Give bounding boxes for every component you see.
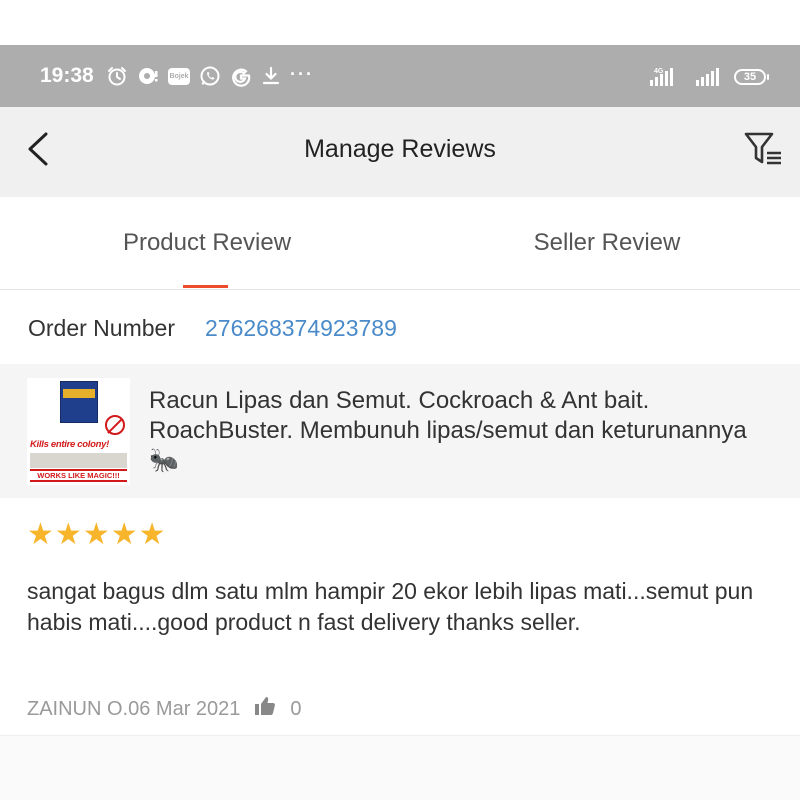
app-header: Manage Reviews <box>0 107 800 197</box>
star-icon: ★ <box>138 518 166 551</box>
whatsapp-icon <box>199 65 221 87</box>
more-notifications-icon: ··· <box>290 63 314 84</box>
review-card: ★ ★ ★ ★ ★ sangat bagus dlm satu mlm hamp… <box>0 499 800 735</box>
thumbnail-magic-text: WORKS LIKE MAGIC!!! <box>30 469 127 482</box>
filter-button[interactable] <box>742 129 786 173</box>
product-thumbnail[interactable]: Kills entire colony! WORKS LIKE MAGIC!!! <box>27 378 130 485</box>
tab-seller-review[interactable]: Seller Review <box>407 197 800 289</box>
thumbnail-kills-text: Kills entire colony! <box>30 439 109 450</box>
network-type-label: 4G <box>654 68 664 75</box>
review-meta: ZAINUN O.06 Mar 2021 0 <box>27 696 302 722</box>
order-number-row: Order Number 276268374923789 <box>0 291 800 364</box>
star-icon: ★ <box>54 518 82 551</box>
star-icon: ★ <box>27 518 54 551</box>
star-icon: ★ <box>110 518 138 551</box>
status-bar: 19:38 Bojek ··· 4G 35 <box>0 45 800 107</box>
status-icons-right: 4G 35 <box>650 65 769 89</box>
thumbs-up-icon <box>254 696 276 722</box>
review-tabs: Product Review Seller Review <box>0 197 800 290</box>
product-name-text: Racun Lipas dan Semut. Cockroach & Ant b… <box>149 387 747 444</box>
product-row[interactable]: Kills entire colony! WORKS LIKE MAGIC!!!… <box>0 364 800 498</box>
no-cockroach-icon <box>105 415 125 435</box>
active-tab-indicator <box>183 285 228 288</box>
like-count: 0 <box>290 697 302 720</box>
app-badge-icon: Bojek <box>168 67 190 85</box>
product-box-image <box>60 381 98 423</box>
review-author-date: ZAINUN O.06 Mar 2021 <box>27 697 241 720</box>
status-icons-left: Bojek ··· <box>106 63 314 89</box>
star-icon: ★ <box>82 518 110 551</box>
order-number-link[interactable]: 276268374923789 <box>205 315 397 342</box>
thumbnail-insects-strip <box>30 453 127 468</box>
ant-emoji-icon: 🐜 <box>149 447 179 474</box>
status-time: 19:38 <box>40 64 94 87</box>
page-title: Manage Reviews <box>304 135 496 163</box>
download-icon <box>261 66 281 86</box>
chat-bubble-icon <box>137 65 159 87</box>
bottom-area <box>0 735 800 800</box>
battery-icon: 35 <box>734 69 769 85</box>
signal-icon <box>696 67 722 87</box>
product-name: Racun Lipas dan Semut. Cockroach & Ant b… <box>149 386 769 476</box>
review-text: sangat bagus dlm satu mlm hampir 20 ekor… <box>27 578 754 635</box>
alarm-icon <box>106 65 128 87</box>
signal-4g-icon: 4G <box>650 66 684 88</box>
google-icon <box>230 65 252 87</box>
tab-product-review[interactable]: Product Review <box>7 197 407 289</box>
filter-list-icon <box>744 131 784 172</box>
star-rating: ★ ★ ★ ★ ★ <box>27 520 166 550</box>
order-number-label: Order Number <box>28 315 175 341</box>
like-button[interactable] <box>254 696 276 722</box>
